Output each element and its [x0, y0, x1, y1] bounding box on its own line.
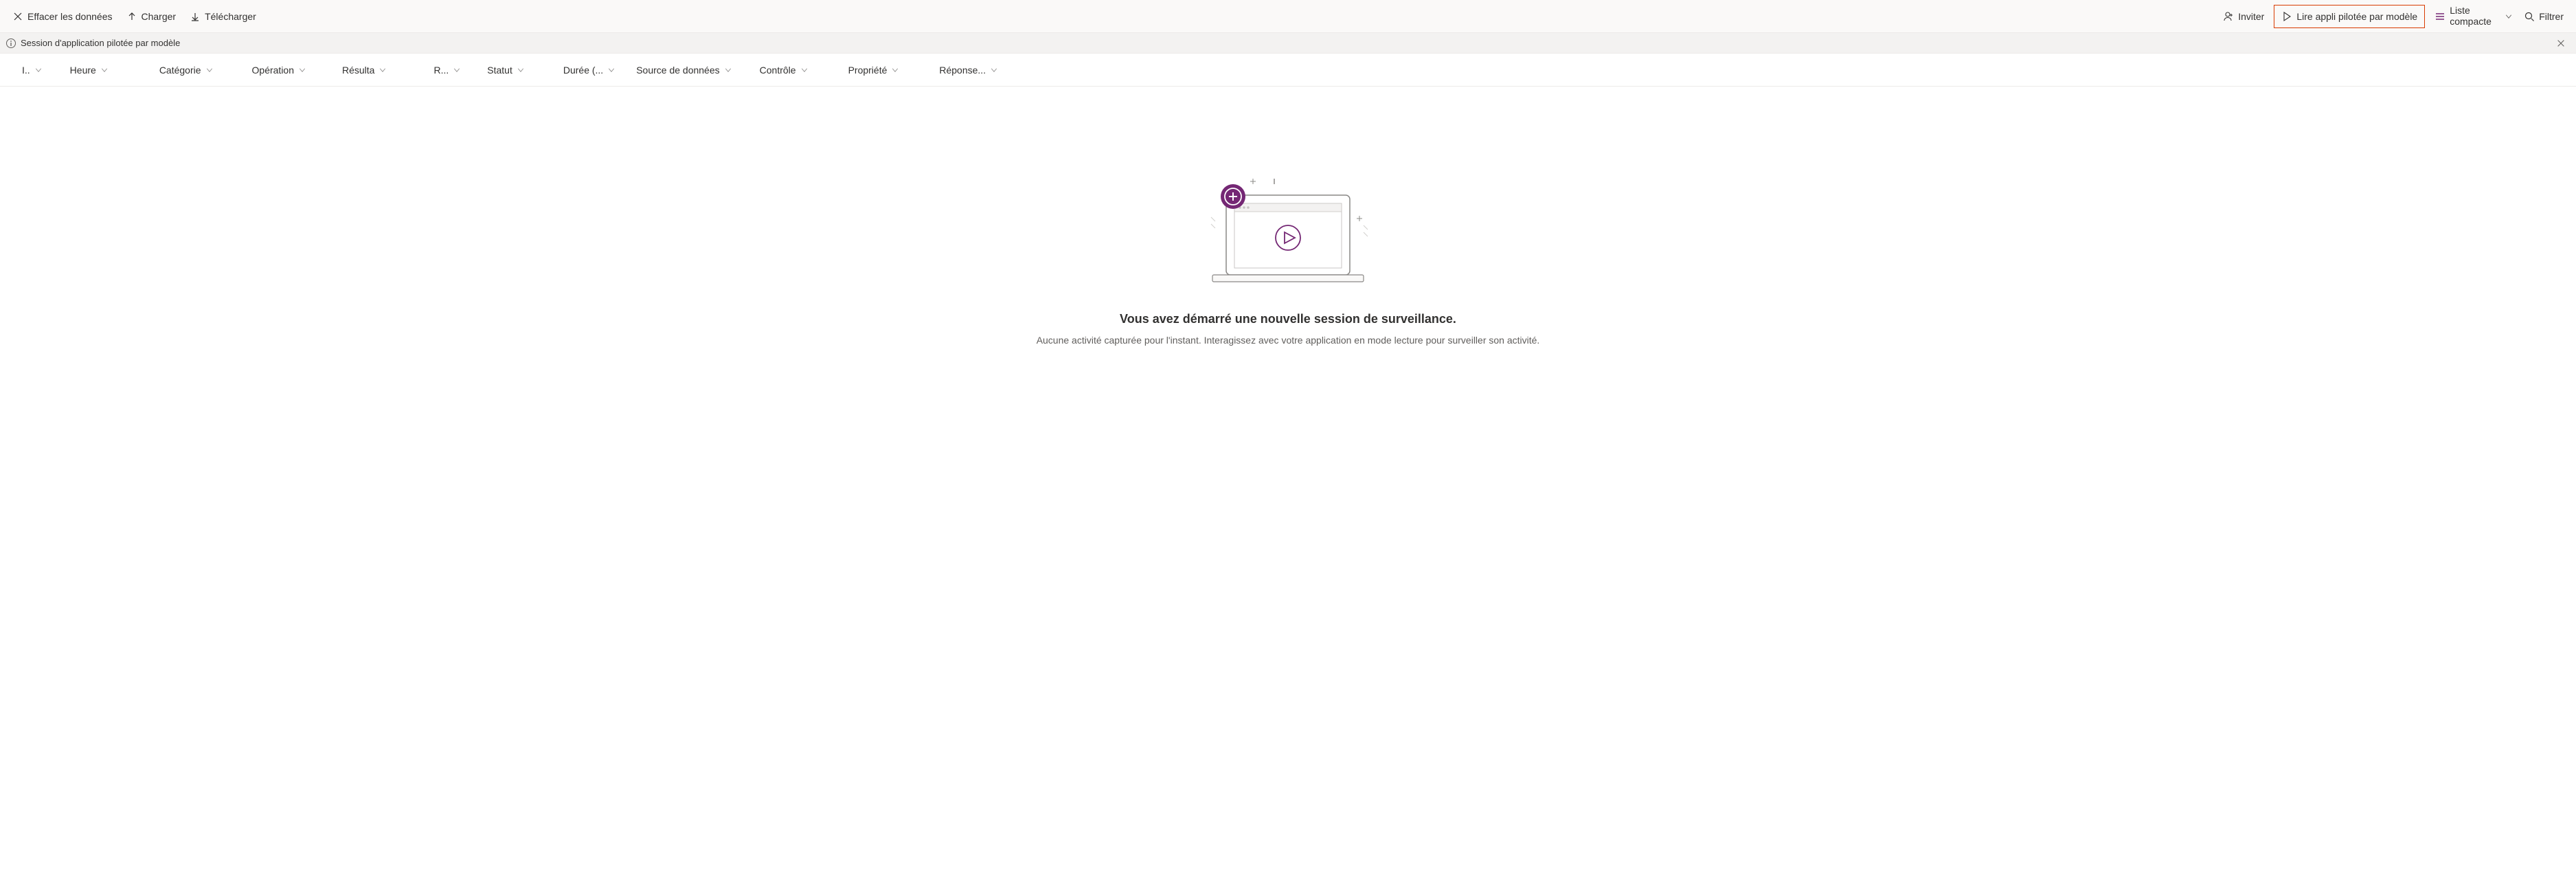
- invite-button[interactable]: Inviter: [2216, 0, 2271, 32]
- col-time-label: Heure: [70, 65, 96, 76]
- chevron-down-icon: [800, 66, 809, 74]
- empty-state-title: Vous avez démarré une nouvelle session d…: [1120, 312, 1456, 326]
- col-operation[interactable]: Opération: [252, 65, 317, 76]
- col-operation-label: Opération: [252, 65, 294, 76]
- clear-data-button[interactable]: Effacer les données: [5, 0, 120, 32]
- clear-data-label: Effacer les données: [27, 11, 113, 22]
- play-model-app-button[interactable]: Lire appli pilotée par modèle: [2274, 5, 2425, 28]
- chevron-down-icon: [517, 66, 525, 74]
- chevron-down-icon: [724, 66, 732, 74]
- chevron-down-icon: [2503, 11, 2514, 22]
- col-control-label: Contrôle: [760, 65, 796, 76]
- col-status[interactable]: Statut: [487, 65, 536, 76]
- chevron-down-icon: [379, 66, 387, 74]
- toolbar-left: Effacer les données Charger Télécharger: [5, 0, 263, 32]
- chevron-down-icon: [34, 66, 43, 74]
- col-datasource-label: Source de données: [636, 65, 719, 76]
- load-button[interactable]: Charger: [120, 0, 183, 32]
- close-icon: [2555, 38, 2566, 49]
- play-icon: [2281, 11, 2292, 22]
- list-mode-button[interactable]: Liste compacte: [2428, 0, 2502, 32]
- info-icon: [5, 38, 16, 49]
- col-property[interactable]: Propriété: [848, 65, 911, 76]
- download-label: Télécharger: [205, 11, 256, 22]
- col-response-label: Réponse...: [939, 65, 986, 76]
- chevron-down-icon: [100, 66, 109, 74]
- col-control[interactable]: Contrôle: [760, 65, 820, 76]
- filter-button[interactable]: Filtrer: [2517, 0, 2571, 32]
- table-header: I.. Heure Catégorie Opération Résulta R.…: [0, 54, 2576, 87]
- upload-icon: [126, 11, 137, 22]
- col-datasource[interactable]: Source de données: [636, 65, 743, 76]
- download-icon: [190, 11, 201, 22]
- empty-state: Vous avez démarré une nouvelle session d…: [0, 87, 2576, 366]
- col-result-label: Résulta: [342, 65, 374, 76]
- session-info-text: Session d'application pilotée par modèle: [21, 38, 180, 48]
- col-duration[interactable]: Durée (...: [563, 65, 626, 76]
- col-status-label: Statut: [487, 65, 512, 76]
- invite-label: Inviter: [2238, 11, 2264, 22]
- session-info-bar: Session d'application pilotée par modèle: [0, 33, 2576, 54]
- empty-state-body: Aucune activité capturée pour l'instant.…: [1037, 335, 1540, 346]
- top-toolbar: Effacer les données Charger Télécharger …: [0, 0, 2576, 33]
- search-icon: [2524, 11, 2535, 22]
- empty-state-illustration: [1178, 169, 1398, 293]
- col-r[interactable]: R...: [433, 65, 472, 76]
- x-icon: [12, 11, 23, 22]
- download-button[interactable]: Télécharger: [183, 0, 263, 32]
- chevron-down-icon: [891, 66, 899, 74]
- play-model-app-label: Lire appli pilotée par modèle: [2296, 11, 2417, 22]
- chevron-down-icon: [298, 66, 306, 74]
- col-category-label: Catégorie: [159, 65, 201, 76]
- person-icon: [2223, 11, 2234, 22]
- chevron-down-icon: [453, 66, 461, 74]
- chevron-down-icon: [607, 66, 615, 74]
- col-duration-label: Durée (...: [563, 65, 603, 76]
- list-mode-caret[interactable]: [2502, 0, 2517, 32]
- filter-label: Filtrer: [2539, 11, 2564, 22]
- load-label: Charger: [142, 11, 177, 22]
- col-r-label: R...: [433, 65, 449, 76]
- dismiss-info-button[interactable]: [2551, 34, 2571, 53]
- col-time[interactable]: Heure: [70, 65, 120, 76]
- col-response[interactable]: Réponse...: [939, 65, 1009, 76]
- col-result[interactable]: Résulta: [342, 65, 398, 76]
- chevron-down-icon: [990, 66, 998, 74]
- toolbar-right: Inviter Lire appli pilotée par modèle Li…: [2216, 0, 2571, 32]
- col-id-label: I..: [22, 65, 30, 76]
- col-category[interactable]: Catégorie: [159, 65, 225, 76]
- col-property-label: Propriété: [848, 65, 888, 76]
- chevron-down-icon: [205, 66, 214, 74]
- list-icon: [2434, 11, 2445, 22]
- col-id[interactable]: I..: [22, 65, 54, 76]
- list-mode-label: Liste compacte: [2450, 5, 2499, 27]
